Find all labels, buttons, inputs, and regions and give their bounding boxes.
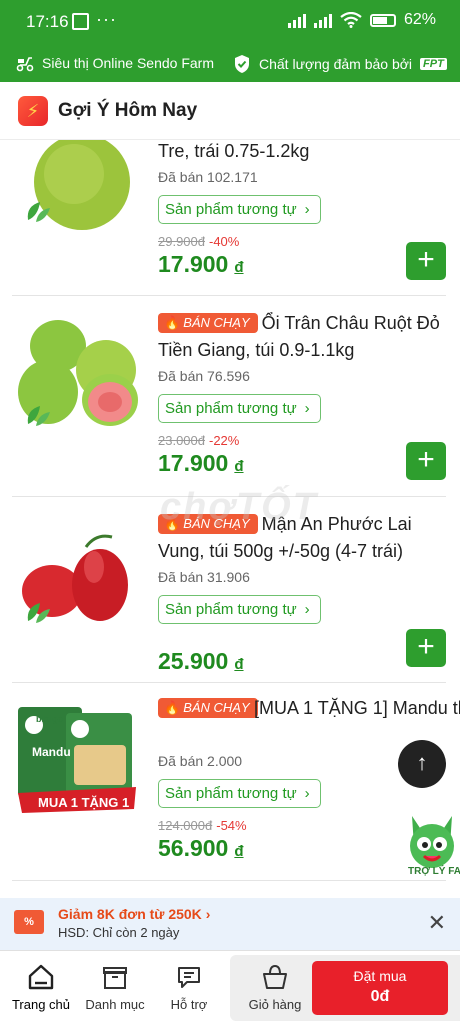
nav-cart-label: Giỏ hàng bbox=[248, 997, 302, 1012]
add-to-cart-button[interactable]: + bbox=[406, 442, 446, 480]
info-left-text: Siêu thị Online Sendo Farm bbox=[42, 55, 214, 71]
notification-icon bbox=[72, 13, 89, 30]
battery-icon bbox=[369, 13, 396, 27]
plus-icon: + bbox=[417, 443, 435, 476]
nav-home-label: Trang chủ bbox=[11, 997, 71, 1012]
discount-percent: -40% bbox=[209, 234, 240, 249]
promo-ribbon-text: MUA 1 TẶNG 1 bbox=[38, 795, 130, 810]
scooter-icon bbox=[16, 57, 34, 72]
chevron-right-icon: › bbox=[205, 906, 211, 922]
home-icon bbox=[28, 964, 54, 990]
place-order-label: Đặt mua bbox=[353, 968, 407, 984]
flame-icon: 🔥 bbox=[164, 700, 181, 715]
product-old-price: 23.000đ -22% bbox=[158, 433, 240, 448]
flame-icon: 🔥 bbox=[164, 315, 181, 330]
product-card[interactable]: 🔥 BÁN CHẠY Ổi Trân Châu Ruột Đỏ Tiền Giang… bbox=[12, 296, 446, 497]
add-to-cart-button[interactable]: + bbox=[406, 629, 446, 667]
watermark: chợTỐT bbox=[160, 486, 318, 528]
product-name: Tre, trái 0.75-1.2kg bbox=[158, 141, 310, 161]
battery-percent: 62% bbox=[403, 11, 436, 28]
best-seller-badge: 🔥 BÁN CHẠY bbox=[158, 698, 258, 718]
plus-icon: + bbox=[417, 630, 435, 663]
wifi-icon bbox=[340, 12, 362, 28]
close-icon[interactable]: ✕ bbox=[428, 910, 446, 936]
similar-products-button[interactable]: Sản phẩm tương tự › bbox=[158, 779, 321, 808]
similar-products-button[interactable]: Sản phẩm tương tự › bbox=[158, 595, 321, 624]
product-price: 17.900 đ bbox=[158, 251, 244, 277]
product-card[interactable]: bibigo Mandu MUA 1 TẶNG 1 🔥 BÁN CHẠY [MUA… bbox=[12, 683, 460, 881]
status-bar: 17:16 ··· 62% bbox=[0, 0, 460, 44]
farm-leaf-icon bbox=[27, 406, 50, 426]
nav-categories-label: Danh mục bbox=[85, 997, 145, 1012]
similar-products-button[interactable]: Sản phẩm tương tự › bbox=[158, 195, 321, 224]
signal-icon-2 bbox=[313, 12, 332, 28]
assistant-label: TRỢ LÝ FARM bbox=[408, 866, 460, 877]
info-right-text: Chất lượng đảm bảo bởi bbox=[259, 56, 413, 72]
discount-percent: -22% bbox=[209, 433, 240, 448]
chevron-right-icon: › bbox=[304, 400, 310, 417]
section-header: ⚡ Gợi Ý Hôm Nay bbox=[0, 82, 460, 140]
voucher-icon: % bbox=[14, 910, 44, 934]
box-icon bbox=[103, 967, 127, 989]
mandu-pack-text: Mandu bbox=[32, 745, 71, 759]
nav-categories[interactable]: Danh mục bbox=[78, 963, 152, 1012]
product-price: 56.900 đ bbox=[158, 835, 244, 861]
status-time: 17:16 bbox=[26, 12, 69, 31]
bibigo-logo-text: bibigo bbox=[36, 714, 63, 724]
nav-support[interactable]: Hỗ trợ bbox=[152, 963, 226, 1012]
basket-icon bbox=[263, 964, 287, 989]
nav-support-label: Hỗ trợ bbox=[170, 997, 208, 1012]
product-sold-count: Đã bán 31.906 bbox=[158, 569, 250, 585]
fpt-logo: FPT bbox=[420, 58, 447, 70]
voucher-expiry: HSD: Chỉ còn 2 ngày bbox=[58, 925, 180, 940]
signal-icon bbox=[287, 12, 306, 28]
nav-cart[interactable]: Giỏ hàng bbox=[238, 963, 312, 1012]
product-old-price: 124.000đ -54% bbox=[158, 818, 247, 833]
scroll-to-top-button[interactable]: ↑ bbox=[398, 740, 446, 788]
best-seller-badge: 🔥 BÁN CHẠY bbox=[158, 313, 258, 333]
info-bar: Siêu thị Online Sendo Farm Chất lượng đả… bbox=[0, 44, 460, 82]
chevron-right-icon: › bbox=[304, 601, 310, 618]
bottom-navigation: Trang chủ Danh mục Hỗ trợ Giỏ hàng Đặt m… bbox=[0, 950, 460, 1024]
farm-leaf-icon bbox=[27, 603, 50, 623]
chat-icon bbox=[178, 967, 200, 988]
arrow-up-icon: ↑ bbox=[416, 750, 428, 775]
similar-products-label: Sản phẩm tương tự bbox=[165, 400, 297, 417]
farm-leaf-icon bbox=[27, 202, 50, 222]
product-price: 25.900 đ bbox=[158, 648, 244, 674]
product-sold-count: Đã bán 76.596 bbox=[158, 368, 250, 384]
product-sold-count: Đã bán 102.171 bbox=[158, 169, 258, 185]
shield-check-icon bbox=[235, 55, 249, 73]
product-name: 🔥 BÁN CHẠY Ổi Trân Châu Ruột Đỏ Tiền Giang… bbox=[158, 313, 440, 360]
voucher-banner[interactable]: % Giảm 8K đơn từ 250K › HSD: Chỉ còn 2 n… bbox=[0, 898, 460, 950]
lightning-icon: ⚡ bbox=[18, 96, 48, 126]
chevron-right-icon: › bbox=[304, 785, 310, 802]
plus-icon: + bbox=[417, 243, 435, 276]
add-to-cart-button[interactable]: + bbox=[406, 242, 446, 280]
product-name-line: [MUA 1 TẶNG 1] Mandu thịt và bắp Bibigo … bbox=[254, 698, 460, 718]
product-list[interactable]: Tre, trái 0.75-1.2kg Đã bán 102.171 Sản … bbox=[0, 140, 460, 898]
similar-products-button[interactable]: Sản phẩm tương tự › bbox=[158, 394, 321, 423]
place-order-button[interactable]: Đặt mua 0đ bbox=[312, 961, 448, 1015]
similar-products-label: Sản phẩm tương tự bbox=[165, 201, 297, 218]
order-total: 0đ bbox=[370, 988, 390, 1005]
product-price: 17.900 đ bbox=[158, 450, 244, 476]
product-card[interactable]: Tre, trái 0.75-1.2kg Đã bán 102.171 Sản … bbox=[12, 140, 446, 296]
similar-products-label: Sản phẩm tương tự bbox=[165, 785, 297, 802]
product-old-price: 29.900đ -40% bbox=[158, 234, 240, 249]
section-title: Gợi Ý Hôm Nay bbox=[58, 100, 198, 121]
chevron-right-icon: › bbox=[304, 201, 310, 218]
discount-percent: -54% bbox=[216, 818, 247, 833]
voucher-title: Giảm 8K đơn từ 250K › bbox=[58, 906, 211, 922]
similar-products-label: Sản phẩm tương tự bbox=[165, 601, 297, 618]
nav-home[interactable]: Trang chủ bbox=[4, 963, 78, 1012]
more-notifications-icon: ··· bbox=[96, 9, 117, 29]
